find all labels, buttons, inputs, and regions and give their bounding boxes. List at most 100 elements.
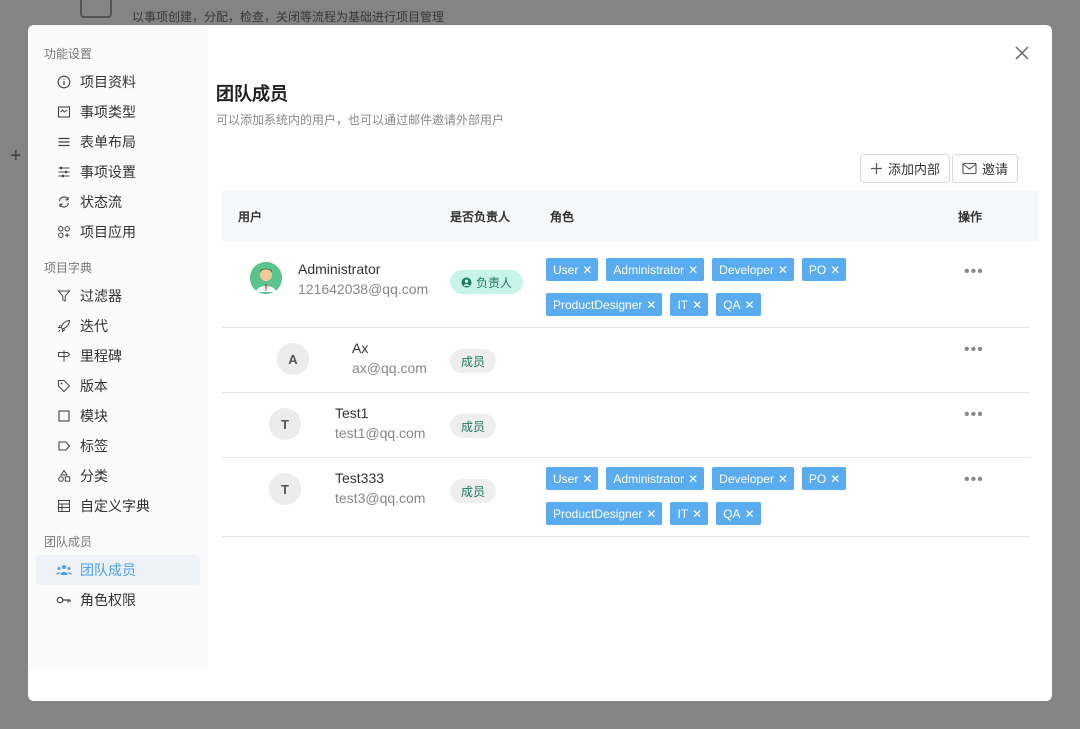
- member-badge: 成员: [450, 414, 497, 438]
- sidebar-item-label: 过滤器: [80, 288, 122, 304]
- team-icon: [56, 562, 72, 578]
- sidebar-item[interactable]: 角色权限: [36, 585, 200, 615]
- role-tag: QA ✕: [716, 502, 761, 525]
- more-actions-icon[interactable]: •••: [964, 406, 984, 424]
- sidebar-item-label: 迭代: [80, 318, 108, 334]
- sidebar-item[interactable]: 事项设置: [36, 157, 200, 187]
- remove-role-icon[interactable]: ✕: [692, 507, 702, 521]
- role-tag: User ✕: [546, 467, 599, 490]
- page-subtitle: 可以添加系统内的用户，也可以通过邮件邀请外部用户: [216, 113, 505, 127]
- user-email: ax@qq.com: [352, 360, 427, 376]
- remove-role-icon[interactable]: ✕: [830, 472, 840, 486]
- avatar: T: [269, 408, 301, 440]
- header-user: 用户: [238, 209, 263, 224]
- more-actions-icon[interactable]: •••: [964, 263, 984, 281]
- sidebar-item[interactable]: 分类: [36, 461, 200, 491]
- owner-badge: 负责人: [450, 270, 524, 294]
- page-title: 团队成员: [216, 84, 288, 104]
- close-icon[interactable]: [1012, 43, 1032, 63]
- user-info: Test1 test1@qq.com: [335, 405, 425, 441]
- avatar-image: [250, 262, 282, 294]
- user-name: Test1: [335, 405, 369, 421]
- role-tag-label: IT: [677, 506, 689, 521]
- apps-icon: [56, 224, 72, 240]
- remove-role-icon[interactable]: ✕: [692, 298, 702, 312]
- avatar: A: [277, 343, 309, 375]
- sidebar-item-label: 团队成员: [80, 562, 136, 578]
- role-tag: Developer ✕: [712, 467, 794, 490]
- user-name: Administrator: [298, 261, 381, 277]
- more-actions-icon[interactable]: •••: [964, 471, 984, 489]
- sidebar-item-label: 项目应用: [80, 224, 136, 240]
- role-tags: User ✕ Administrator ✕ Developer ✕ PO ✕ ProductD…: [546, 467, 876, 525]
- remove-role-icon[interactable]: ✕: [688, 263, 698, 277]
- remove-role-icon[interactable]: ✕: [830, 263, 840, 277]
- role-tag: Administrator ✕: [606, 467, 705, 490]
- sidebar-item-label: 角色权限: [80, 592, 136, 608]
- key-icon: [56, 592, 72, 608]
- remove-role-icon[interactable]: ✕: [688, 472, 698, 486]
- sidebar-item[interactable]: 迭代: [36, 311, 200, 341]
- badge-label: 成员: [461, 484, 486, 499]
- sidebar-item-label: 版本: [80, 378, 108, 394]
- owner-status: 成员: [450, 414, 497, 438]
- badge-label: 成员: [461, 354, 486, 369]
- sidebar-item-label: 事项设置: [80, 164, 136, 180]
- tag-icon: [56, 378, 72, 394]
- role-tag-label: ProductDesigner: [553, 297, 643, 312]
- sidebar-item-label: 状态流: [80, 194, 122, 210]
- invite-button[interactable]: 邀请: [952, 154, 1019, 183]
- invite-label: 邀请: [982, 162, 1009, 177]
- sidebar-item[interactable]: 模块: [36, 401, 200, 431]
- sidebar-item-label: 项目资料: [80, 74, 136, 90]
- remove-role-icon[interactable]: ✕: [582, 472, 592, 486]
- user-email: test1@qq.com: [335, 425, 426, 441]
- sidebar-item[interactable]: 标签: [36, 431, 200, 461]
- plus-icon: [871, 163, 882, 174]
- more-actions-icon[interactable]: •••: [964, 341, 984, 359]
- remove-role-icon[interactable]: ✕: [646, 507, 656, 521]
- role-tag-label: Administrator: [613, 471, 685, 486]
- role-tag: ProductDesigner ✕: [546, 502, 663, 525]
- user-name: Test333: [335, 470, 385, 486]
- owner-status: 成员: [450, 479, 497, 503]
- settings-sliders-icon: [56, 164, 72, 180]
- sidebar-item[interactable]: 事项类型: [36, 97, 200, 127]
- table-row: A Ax ax@qq.com 成员 •••: [222, 328, 1030, 393]
- category-icon: [56, 468, 72, 484]
- remove-role-icon[interactable]: ✕: [646, 298, 656, 312]
- table-row: T Test1 test1@qq.com 成员 •••: [222, 393, 1030, 458]
- sidebar-item-label: 标签: [80, 438, 108, 454]
- member-badge: 成员: [450, 349, 497, 373]
- table-body: Administrator 121642038@qq.com 负责人 User ✕ Ad…: [222, 241, 1038, 537]
- remove-role-icon[interactable]: ✕: [778, 263, 788, 277]
- sidebar-item[interactable]: 自定义字典: [36, 491, 200, 521]
- badge-label: 成员: [461, 419, 486, 434]
- role-tag: IT ✕: [670, 293, 709, 316]
- sidebar-item-label: 分类: [80, 468, 108, 484]
- role-tag: PO ✕: [801, 258, 847, 281]
- user-email: 121642038@qq.com: [298, 281, 429, 297]
- role-tag: Administrator ✕: [606, 258, 705, 281]
- sidebar-item[interactable]: 过滤器: [36, 281, 200, 311]
- sidebar-item[interactable]: 团队成员: [36, 555, 200, 585]
- add-internal-button[interactable]: 添加内部: [860, 154, 951, 183]
- user-name: Ax: [352, 340, 369, 356]
- remove-role-icon[interactable]: ✕: [778, 472, 788, 486]
- table-icon: [56, 498, 72, 514]
- mail-icon: [962, 162, 977, 175]
- sidebar-item[interactable]: 项目应用: [36, 217, 200, 247]
- sidebar-group-title: 团队成员: [44, 535, 93, 549]
- sidebar-item[interactable]: 项目资料: [36, 67, 200, 97]
- user-circle-icon: [461, 277, 472, 287]
- remove-role-icon[interactable]: ✕: [745, 507, 755, 521]
- sidebar-item[interactable]: 里程碑: [36, 341, 200, 371]
- sidebar-item[interactable]: 版本: [36, 371, 200, 401]
- sidebar-item[interactable]: 状态流: [36, 187, 200, 217]
- remove-role-icon[interactable]: ✕: [582, 263, 592, 277]
- sidebar-item[interactable]: 表单布局: [36, 127, 200, 157]
- remove-role-icon[interactable]: ✕: [745, 298, 755, 312]
- member-badge: 成员: [450, 479, 497, 503]
